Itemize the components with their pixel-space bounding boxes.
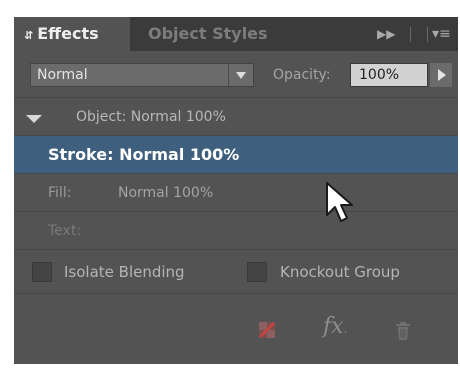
stroke-label: Stroke: Normal 100% xyxy=(48,145,240,164)
knockout-group-label: Knockout Group xyxy=(280,263,400,281)
blend-mode-dropdown[interactable]: Normal xyxy=(30,63,254,87)
trash-icon[interactable] xyxy=(394,321,412,341)
updown-icon: ⇵ xyxy=(24,29,34,42)
list-item-object[interactable]: Object: Normal 100% xyxy=(14,97,458,135)
opacity-label: Opacity: xyxy=(273,67,331,83)
effects-panel: ⇵ Effects Object Styles ▶▶ ▾≡ Normal Opac… xyxy=(14,17,458,364)
disclosure-triangle-icon[interactable] xyxy=(26,115,42,123)
chevron-down-icon[interactable] xyxy=(228,64,253,86)
tab-effects-label: Effects xyxy=(37,24,99,43)
list-item-stroke[interactable]: Stroke: Normal 100% xyxy=(14,135,458,173)
clear-effects-icon[interactable] xyxy=(258,321,276,339)
fx-label: fx xyxy=(323,314,344,339)
opacity-slider-arrow-icon[interactable] xyxy=(430,63,452,87)
divider xyxy=(427,27,428,42)
small-chevron-icon: ․ xyxy=(343,322,348,336)
tab-object-styles[interactable]: Object Styles xyxy=(138,17,268,51)
fill-value: Normal 100% xyxy=(118,185,214,201)
tab-effects[interactable]: ⇵ Effects xyxy=(14,17,130,51)
tab-object-styles-label: Object Styles xyxy=(148,24,268,43)
isolate-blending-label: Isolate Blending xyxy=(64,263,185,281)
collapse-panel-icon[interactable]: ▶▶ xyxy=(377,17,395,51)
divider xyxy=(410,27,411,42)
knockout-group-checkbox[interactable] xyxy=(247,262,267,282)
fx-icon[interactable]: fx․ xyxy=(323,314,348,339)
opacity-input[interactable]: 100% xyxy=(350,63,428,87)
blending-options: Isolate Blending Knockout Group xyxy=(14,249,458,293)
object-label: Object: Normal 100% xyxy=(76,109,226,125)
fill-label: Fill: xyxy=(48,185,72,201)
isolate-blending-checkbox[interactable] xyxy=(32,262,52,282)
list-item-text[interactable]: Text: xyxy=(14,211,458,249)
panel-menu-icon[interactable]: ▾≡ xyxy=(432,17,451,51)
panel-footer: fx․ xyxy=(14,293,458,364)
list-item-fill[interactable]: Fill: Normal 100% xyxy=(14,173,458,211)
mouse-pointer-icon xyxy=(326,182,353,222)
tab-bar: ⇵ Effects Object Styles ▶▶ ▾≡ xyxy=(14,17,458,51)
blend-mode-value: Normal xyxy=(37,67,88,83)
text-label: Text: xyxy=(48,223,82,239)
